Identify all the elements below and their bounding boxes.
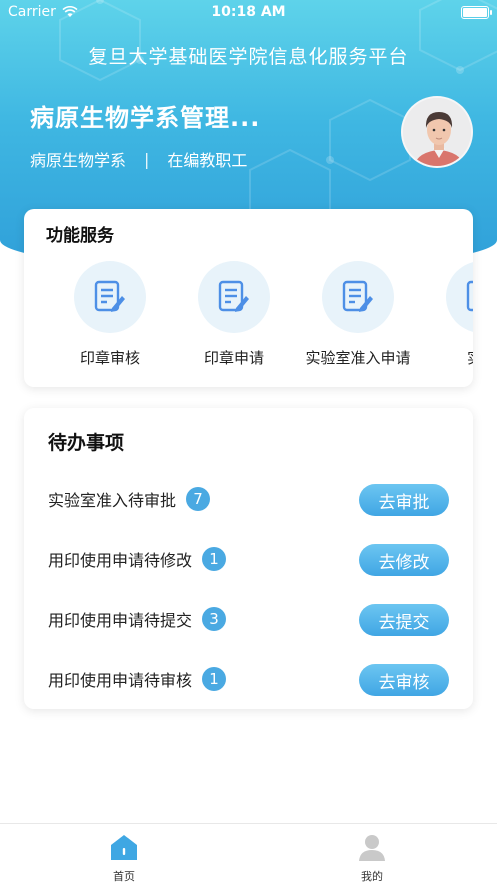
document-edit-icon	[198, 261, 270, 333]
service-label: 实验室准入申请	[305, 349, 411, 367]
tab-me-label: 我的	[361, 870, 383, 883]
services-card: 功能服务 印章审核 印章申请 实验室准入申请	[24, 209, 473, 387]
tab-home-label: 首页	[113, 870, 135, 883]
home-icon	[111, 835, 137, 860]
service-label: 实验	[420, 347, 473, 368]
go-submit-button[interactable]: 去提交	[359, 604, 449, 636]
todo-label: 用印使用申请待审核	[48, 671, 193, 690]
status-bar: Carrier 10:18 AM	[0, 0, 497, 26]
user-staff-type: 在编教职工	[167, 151, 248, 170]
user-department: 病原生物学系	[30, 151, 127, 170]
meta-divider: |	[144, 149, 150, 169]
tab-bar: 首页 我的	[0, 823, 497, 883]
platform-title: 复旦大学基础医学院信息化服务平台	[88, 46, 409, 68]
tab-home[interactable]: 首页	[74, 832, 174, 883]
person-icon	[359, 835, 385, 861]
todo-row-lab-approval: 实验室准入待审批 7 去审批	[48, 479, 449, 519]
service-partial-item[interactable]: 实验	[420, 261, 473, 368]
service-seal-review[interactable]: 印章审核	[48, 261, 172, 368]
services-title: 功能服务	[46, 226, 114, 246]
todo-count-badge: 7	[186, 487, 211, 511]
todo-label: 用印使用申请待提交	[48, 611, 193, 630]
service-lab-access-apply[interactable]: 实验室准入申请	[296, 261, 420, 368]
user-name: 病原生物学系管理...	[30, 104, 261, 132]
todo-count-badge: 3	[202, 607, 227, 631]
service-seal-apply[interactable]: 印章申请	[172, 261, 296, 368]
service-label: 印章申请	[203, 349, 264, 367]
go-review-button[interactable]: 去审核	[359, 664, 449, 696]
go-approve-button[interactable]: 去审批	[359, 484, 449, 516]
document-edit-icon	[74, 261, 146, 333]
service-label: 印章审核	[79, 349, 140, 367]
todo-label: 用印使用申请待修改	[48, 551, 193, 570]
document-edit-icon	[322, 261, 394, 333]
user-meta: 病原生物学系 | 在编教职工	[30, 147, 247, 171]
todo-label: 实验室准入待审批	[48, 491, 177, 510]
battery-icon	[461, 6, 492, 19]
todo-count-badge: 1	[202, 667, 227, 691]
avatar[interactable]	[401, 96, 473, 168]
go-modify-button[interactable]: 去修改	[359, 544, 449, 576]
document-edit-icon	[446, 261, 473, 333]
status-time: 10:18 AM	[211, 4, 286, 20]
todo-row-seal-submit: 用印使用申请待提交 3 去提交	[48, 599, 449, 639]
todo-card: 待办事项 实验室准入待审批 7 去审批 用印使用申请待修改 1 去修改 用印使用…	[24, 408, 473, 709]
todo-title: 待办事项	[48, 432, 125, 454]
tab-me[interactable]: 我的	[322, 832, 422, 883]
todo-row-seal-modify: 用印使用申请待修改 1 去修改	[48, 539, 449, 579]
todo-row-seal-review: 用印使用申请待审核 1 去审核	[48, 659, 449, 699]
todo-count-badge: 1	[202, 547, 227, 571]
